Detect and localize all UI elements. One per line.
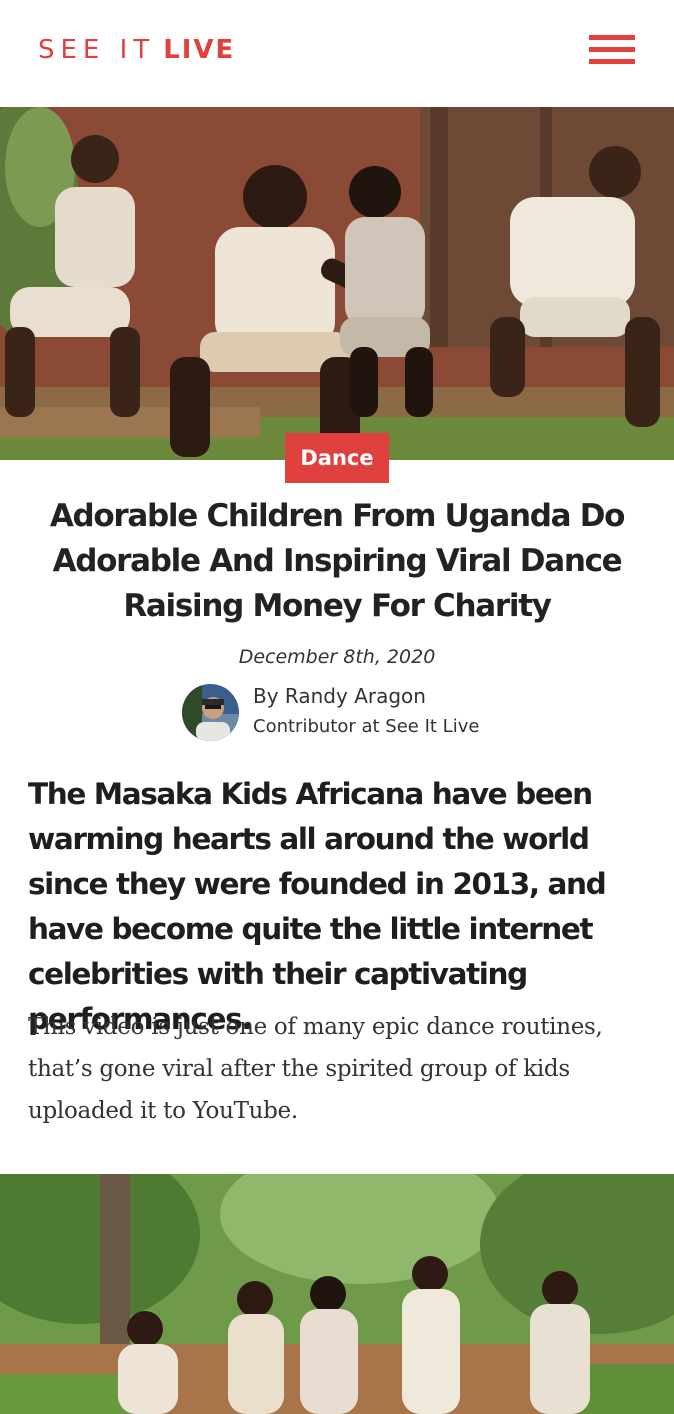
author-name[interactable]: By Randy Aragon	[253, 682, 426, 710]
article-body: This video is just one of many epic danc…	[28, 1014, 603, 1124]
logo-text-bold: LIVE	[163, 35, 236, 65]
site-header: SEE IT LIVE	[0, 0, 674, 107]
site-logo[interactable]: SEE IT LIVE	[38, 33, 235, 67]
hero-image	[0, 107, 674, 460]
category-badge[interactable]: Dance	[285, 433, 389, 483]
hamburger-menu-icon[interactable]	[589, 35, 635, 65]
avatar[interactable]	[182, 684, 239, 741]
article-lead: The Masaka Kids Africana have been warmi…	[28, 777, 607, 1036]
article-date: December 8th, 2020	[238, 646, 436, 668]
article-video-image[interactable]	[0, 1174, 674, 1414]
article-title: Adorable Children From Uganda Do Adorabl…	[49, 498, 626, 624]
logo-text-light: SEE IT	[38, 35, 156, 65]
author-role: Contributor at See It Live	[253, 716, 480, 737]
